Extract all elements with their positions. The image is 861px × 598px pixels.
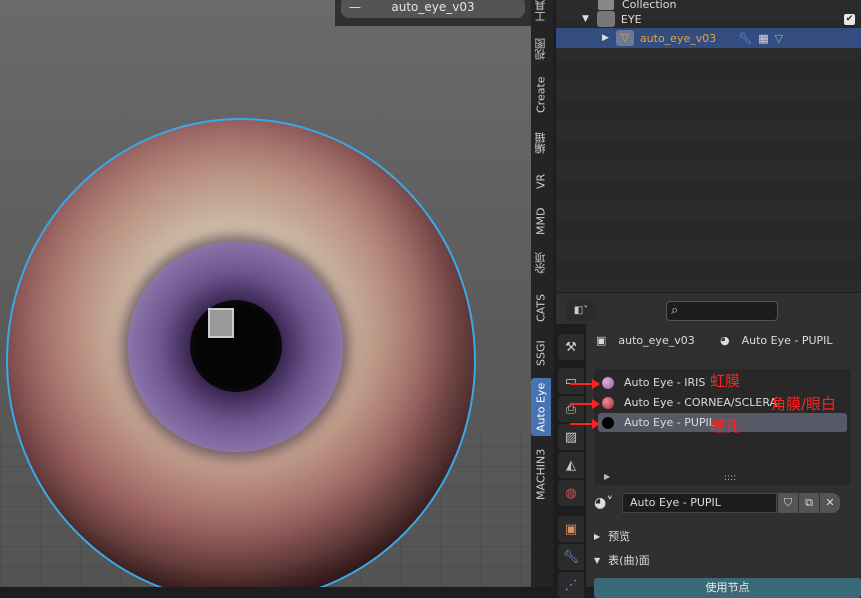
- annotation-arrow: [570, 419, 600, 429]
- object-tab-icon[interactable]: ▣: [558, 516, 584, 542]
- expand-arrow-icon[interactable]: ▼: [582, 14, 589, 24]
- reflection-highlight: [208, 308, 234, 338]
- tab-mmd[interactable]: MMD: [531, 204, 551, 238]
- particles-icon[interactable]: ▦: [758, 32, 768, 45]
- sidebar-tab-strip: 工具 视图 Create 编辑 VR MMD 杂项 CATS SSGI Auto…: [531, 0, 553, 587]
- wrench-icon[interactable]: 🔧︎: [738, 32, 752, 45]
- 3d-viewport[interactable]: — auto_eye_v03: [0, 0, 531, 587]
- resize-handle[interactable]: ::::: [724, 473, 736, 483]
- outliner: Collection ▼ EYE ✔ ▶ ▽ auto_eye_v03 🔧︎ ▦…: [556, 0, 861, 292]
- tab-view[interactable]: 视图: [531, 34, 551, 64]
- output-tab-icon[interactable]: ⎙: [558, 396, 584, 422]
- collection-icon: [598, 0, 614, 10]
- vertex-group-icon[interactable]: ▽: [775, 32, 783, 45]
- outliner-row-eye[interactable]: ▼ EYE ✔: [556, 10, 861, 28]
- minus-icon[interactable]: —: [349, 0, 361, 18]
- properties-tabs: ⚒ ▭ ⎙ ▨ ◭ ◍ ▣ 🔧︎ ⋰: [556, 324, 586, 598]
- outliner-row-auto-eye[interactable]: ▶ ▽ auto_eye_v03 🔧︎ ▦ ▽: [556, 28, 861, 48]
- tab-create[interactable]: Create: [531, 72, 551, 118]
- render-tab-icon[interactable]: ▭: [558, 368, 584, 394]
- expand-arrow-icon: ▶: [594, 531, 601, 541]
- object-name-header: — auto_eye_v03: [335, 0, 531, 26]
- properties-header: ◧˅ ⌕: [556, 292, 861, 324]
- object-icon: ▣: [596, 334, 607, 347]
- object-name-field[interactable]: — auto_eye_v03: [341, 0, 525, 18]
- tab-ssgi[interactable]: SSGI: [531, 336, 551, 370]
- fake-user-shield-icon[interactable]: ⛉: [778, 493, 798, 513]
- visibility-checkbox[interactable]: ✔: [844, 13, 855, 25]
- tab-machin3[interactable]: MACHIN3: [531, 444, 551, 504]
- material-preview-icon: [602, 376, 614, 389]
- eyeball-model[interactable]: [6, 118, 476, 587]
- editor-type-dropdown[interactable]: ◧˅: [566, 301, 596, 321]
- annotation-arrow: [570, 379, 600, 389]
- material-name-field[interactable]: Auto Eye - PUPIL: [622, 493, 777, 513]
- annotation-cornea: 角膜/眼白: [771, 395, 837, 413]
- material-preview-icon: [602, 396, 614, 409]
- collapse-arrow-icon: ▼: [594, 555, 601, 565]
- scene-tab-icon[interactable]: ◭: [558, 452, 584, 478]
- world-tab-icon[interactable]: ◍: [558, 480, 584, 506]
- pupil: [190, 300, 282, 392]
- annotation-iris: 虹膜: [710, 372, 741, 390]
- tab-edit[interactable]: 编辑: [531, 128, 551, 158]
- material-selector: ◕˅ Auto Eye - PUPIL ⛉ ⧉ ✕: [594, 492, 840, 514]
- section-preview[interactable]: ▶ 预览: [594, 528, 630, 544]
- particles-tab-icon[interactable]: ⋰: [558, 572, 584, 598]
- material-icon: ◕: [720, 334, 730, 347]
- properties-search-input[interactable]: ⌕: [666, 301, 778, 321]
- material-properties: ▣ auto_eye_v03 ◕ Auto Eye - PUPIL Auto Eye…: [570, 324, 861, 598]
- modifier-tab-icon[interactable]: 🔧︎: [558, 544, 584, 570]
- duplicate-icon[interactable]: ⧉: [799, 493, 819, 513]
- mesh-icon: ▽: [615, 30, 634, 46]
- tab-vr[interactable]: VR: [531, 168, 551, 194]
- breadcrumb-object: ▣ auto_eye_v03: [596, 334, 695, 347]
- tab-auto-eye[interactable]: Auto Eye: [531, 378, 551, 436]
- expand-arrow-icon[interactable]: ▶: [604, 472, 610, 481]
- view-layer-tab-icon[interactable]: ▨: [558, 424, 584, 450]
- material-preview-icon: [602, 416, 614, 429]
- iris: [128, 242, 343, 452]
- browse-material-icon[interactable]: ◕˅: [594, 495, 622, 511]
- collection-icon: [596, 11, 615, 27]
- close-icon[interactable]: ✕: [820, 493, 840, 513]
- search-icon: ⌕: [671, 303, 679, 318]
- tab-misc[interactable]: 杂项: [531, 248, 551, 278]
- annotation-pupil: 瞳孔: [710, 417, 741, 435]
- expand-arrow-icon[interactable]: ▶: [602, 33, 609, 43]
- tab-cats[interactable]: CATS: [531, 290, 551, 326]
- tool-tab-icon[interactable]: ⚒: [558, 334, 584, 360]
- section-surface[interactable]: ▼ 表(曲)面: [594, 552, 650, 568]
- tab-tool[interactable]: 工具: [531, 0, 551, 22]
- use-nodes-button[interactable]: 使用节点: [594, 578, 861, 598]
- breadcrumb-material: ◕ Auto Eye - PUPIL: [720, 334, 833, 347]
- annotation-arrow: [570, 399, 600, 409]
